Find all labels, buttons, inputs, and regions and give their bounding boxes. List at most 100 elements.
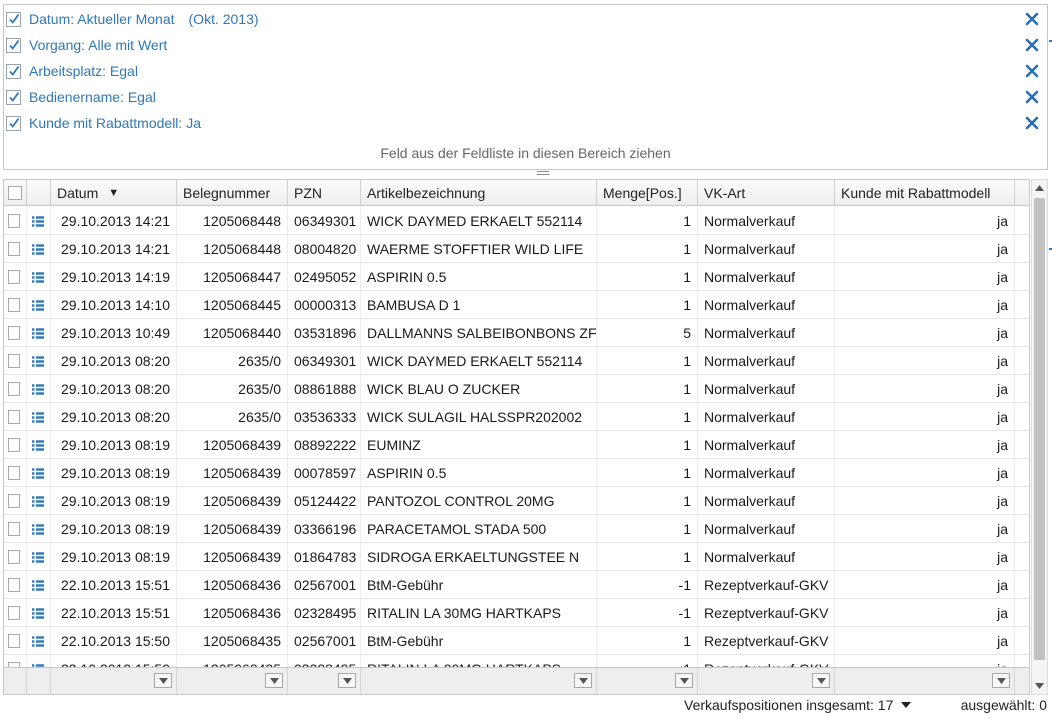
row-select-cell[interactable] — [4, 375, 27, 403]
row-select-cell[interactable] — [4, 291, 27, 319]
row-detail-button[interactable] — [27, 235, 51, 263]
select-all-checkbox[interactable] — [8, 186, 22, 200]
row-detail-button[interactable] — [27, 543, 51, 571]
filter-checkbox[interactable] — [6, 37, 21, 53]
column-header-pzn[interactable]: PZN — [288, 180, 361, 206]
filter-label[interactable]: Datum: Aktueller Monat — [29, 11, 175, 27]
column-filter-button[interactable] — [574, 673, 592, 688]
table-row[interactable]: 22.10.2013 15:51 1205068436 02567001 BtM-Ge… — [4, 571, 1029, 599]
row-checkbox[interactable] — [8, 634, 20, 648]
row-detail-button[interactable] — [27, 487, 51, 515]
filter-label[interactable]: Bedienername: Egal — [29, 89, 156, 105]
row-detail-button[interactable] — [27, 403, 51, 431]
row-checkbox[interactable] — [8, 522, 20, 536]
vertical-scrollbar[interactable] — [1031, 179, 1048, 695]
row-select-cell[interactable] — [4, 263, 27, 291]
column-filter-button[interactable] — [812, 673, 830, 688]
filter-label[interactable]: Vorgang: Alle mit Wert — [29, 37, 167, 53]
row-detail-button[interactable] — [27, 375, 51, 403]
close-icon[interactable] — [1024, 115, 1040, 131]
row-checkbox[interactable] — [8, 326, 20, 340]
row-select-cell[interactable] — [4, 403, 27, 431]
row-select-cell[interactable] — [4, 235, 27, 263]
table-row[interactable]: 29.10.2013 10:49 1205068440 03531896 DALLMA… — [4, 319, 1029, 347]
row-select-cell[interactable] — [4, 515, 27, 543]
filter-checkbox[interactable] — [6, 63, 21, 79]
row-select-cell[interactable] — [4, 571, 27, 599]
column-header-menge[interactable]: Menge[Pos.] — [597, 180, 698, 206]
column-header-kunde[interactable]: Kunde mit Rabattmodell — [835, 180, 1015, 206]
row-detail-button[interactable] — [27, 627, 51, 655]
column-filter-button[interactable] — [675, 673, 693, 688]
row-select-cell[interactable] — [4, 627, 27, 655]
row-detail-button[interactable] — [27, 263, 51, 291]
row-select-cell[interactable] — [4, 431, 27, 459]
table-row[interactable]: 29.10.2013 14:10 1205068445 00000313 BAMBUS… — [4, 291, 1029, 319]
table-row[interactable]: 29.10.2013 08:19 1205068439 05124422 PANTOZ… — [4, 487, 1029, 515]
row-detail-button[interactable] — [27, 291, 51, 319]
column-header-vkart[interactable]: VK-Art — [698, 180, 835, 206]
row-select-cell[interactable] — [4, 459, 27, 487]
table-row[interactable]: 29.10.2013 08:19 1205068439 08892222 EUMINZ… — [4, 431, 1029, 459]
table-row[interactable]: 29.10.2013 14:21 1205068448 08004820 WAERME… — [4, 235, 1029, 263]
table-row[interactable]: 22.10.2013 15:50 1205068435 02567001 BtM-Ge… — [4, 627, 1029, 655]
row-detail-button[interactable] — [27, 459, 51, 487]
table-row[interactable]: 29.10.2013 08:19 1205068439 00078597 ASPIRI… — [4, 459, 1029, 487]
row-checkbox[interactable] — [8, 410, 20, 424]
row-checkbox[interactable] — [8, 298, 20, 312]
close-icon[interactable] — [1024, 89, 1040, 105]
row-select-cell[interactable] — [4, 599, 27, 627]
filter-checkbox[interactable] — [6, 89, 21, 105]
close-icon[interactable] — [1024, 11, 1040, 27]
row-checkbox[interactable] — [8, 214, 20, 228]
column-filter-button[interactable] — [154, 673, 172, 688]
row-checkbox[interactable] — [8, 466, 20, 480]
row-checkbox[interactable] — [8, 354, 20, 368]
filter-checkbox[interactable] — [6, 11, 21, 27]
scroll-up-button[interactable] — [1032, 180, 1047, 196]
table-row[interactable]: 29.10.2013 14:21 1205068448 06349301 WICK D… — [4, 207, 1029, 235]
row-detail-button[interactable] — [27, 207, 51, 235]
select-all-header[interactable] — [4, 180, 27, 206]
scroll-thumb[interactable] — [1034, 198, 1045, 660]
table-row[interactable]: 29.10.2013 14:19 1205068447 02495052 ASPIRI… — [4, 263, 1029, 291]
filter-label[interactable]: Kunde mit Rabattmodell: Ja — [29, 115, 201, 131]
column-filter-button[interactable] — [265, 673, 283, 688]
row-detail-button[interactable] — [27, 571, 51, 599]
row-checkbox[interactable] — [8, 550, 20, 564]
row-select-cell[interactable] — [4, 207, 27, 235]
close-icon[interactable] — [1024, 63, 1040, 79]
row-detail-button[interactable] — [27, 431, 51, 459]
column-header-artikel[interactable]: Artikelbezeichnung — [361, 180, 597, 206]
table-row[interactable]: 29.10.2013 08:20 2635/0 03536333 WICK SULAG… — [4, 403, 1029, 431]
total-count-dropdown[interactable]: Verkaufspositionen insgesamt: 17 — [684, 697, 912, 713]
row-detail-button[interactable] — [27, 319, 51, 347]
row-select-cell[interactable] — [4, 347, 27, 375]
filter-label[interactable]: Arbeitsplatz: Egal — [29, 63, 138, 79]
row-checkbox[interactable] — [8, 382, 20, 396]
table-row[interactable]: 22.10.2013 15:51 1205068436 02328495 RITALI… — [4, 599, 1029, 627]
icon-column-header[interactable] — [27, 180, 51, 206]
row-checkbox[interactable] — [8, 242, 20, 256]
column-header-datum[interactable]: Datum ▼ — [51, 180, 177, 206]
row-checkbox[interactable] — [8, 270, 20, 284]
row-detail-button[interactable] — [27, 599, 51, 627]
row-checkbox[interactable] — [8, 494, 20, 508]
close-icon[interactable] — [1024, 37, 1040, 53]
column-header-belegnummer[interactable]: Belegnummer — [177, 180, 288, 206]
splitter-handle[interactable] — [536, 169, 550, 177]
column-filter-button[interactable] — [992, 673, 1010, 688]
row-select-cell[interactable] — [4, 319, 27, 347]
table-row[interactable]: 29.10.2013 08:19 1205068439 01864783 SIDROG… — [4, 543, 1029, 571]
row-detail-button[interactable] — [27, 515, 51, 543]
scroll-down-button[interactable] — [1032, 678, 1047, 694]
row-detail-button[interactable] — [27, 347, 51, 375]
row-checkbox[interactable] — [8, 438, 20, 452]
row-checkbox[interactable] — [8, 578, 20, 592]
table-row[interactable]: 29.10.2013 08:20 2635/0 08861888 WICK BLAU … — [4, 375, 1029, 403]
row-select-cell[interactable] — [4, 543, 27, 571]
row-select-cell[interactable] — [4, 487, 27, 515]
row-checkbox[interactable] — [8, 606, 20, 620]
table-row[interactable]: 29.10.2013 08:20 2635/0 06349301 WICK DAYME… — [4, 347, 1029, 375]
filter-checkbox[interactable] — [6, 115, 21, 131]
